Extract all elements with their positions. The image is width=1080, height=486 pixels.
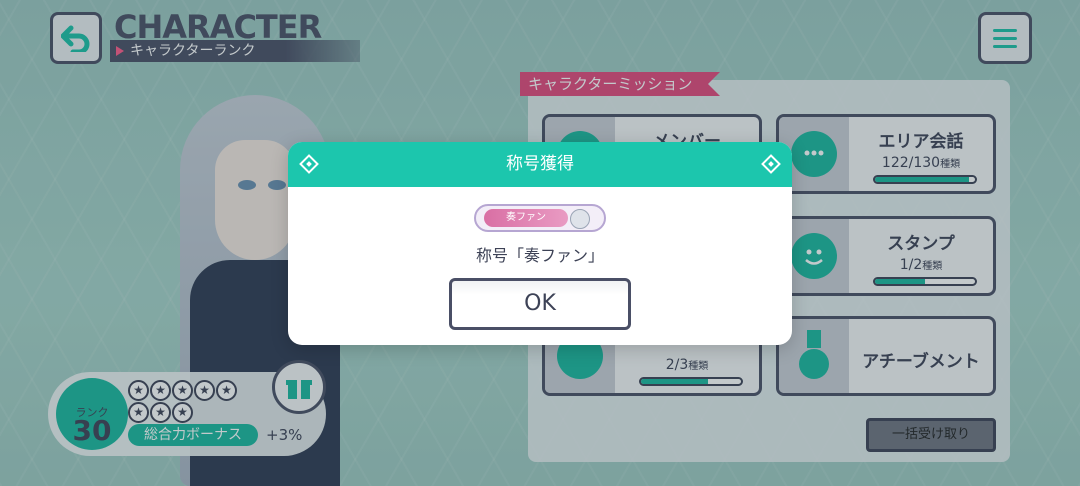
title-acquired-dialog: 称号獲得 奏ファン 称号「奏ファン」 OK — [288, 142, 792, 345]
character-avatar-icon — [570, 209, 590, 229]
title-badge-label: 奏ファン — [484, 209, 568, 227]
ok-button[interactable]: OK — [449, 278, 631, 330]
title-badge: 奏ファン — [474, 204, 606, 232]
diamond-icon — [761, 154, 781, 174]
dialog-title: 称号獲得 — [506, 154, 574, 174]
dialog-message: 称号「奏ファン」 — [475, 246, 604, 265]
dialog-header: 称号獲得 — [288, 142, 792, 187]
diamond-icon — [299, 154, 319, 174]
